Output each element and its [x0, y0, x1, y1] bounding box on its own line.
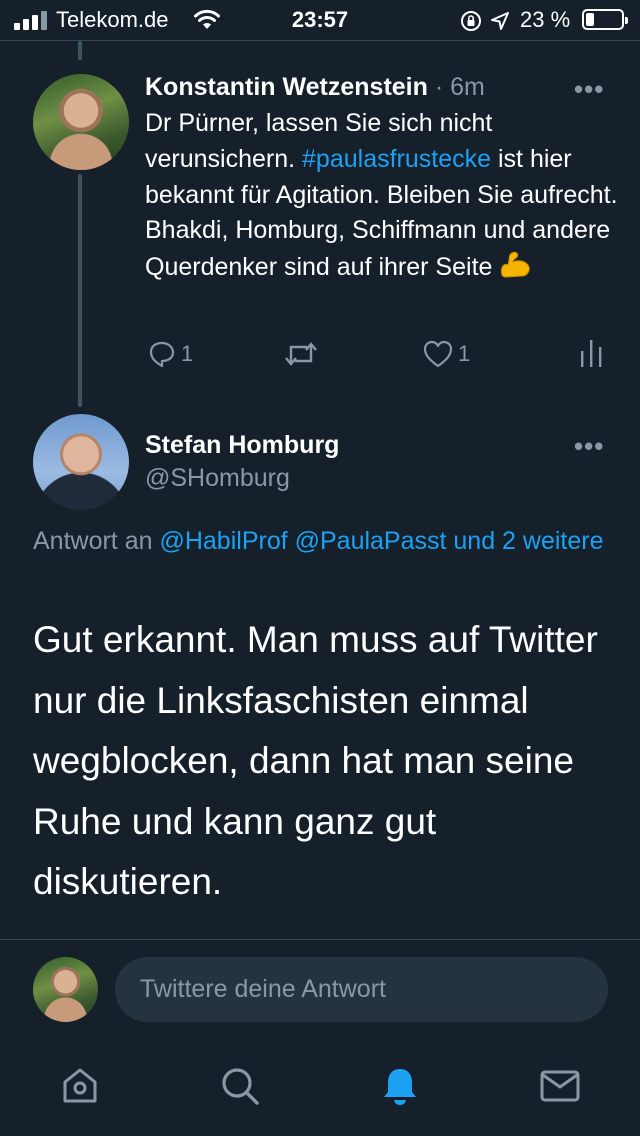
tweet-text: Dr Pürner, lassen Sie sich nicht verunsi…	[145, 106, 625, 286]
reply-input[interactable]	[115, 957, 608, 1022]
divider	[0, 939, 640, 940]
battery-percent: 23 %	[520, 7, 571, 32]
search-icon[interactable]	[218, 1064, 262, 1108]
like-button[interactable]: 1	[422, 339, 470, 369]
author-name[interactable]: Stefan Homburg	[145, 431, 339, 460]
avatar[interactable]	[33, 414, 129, 510]
divider	[0, 40, 640, 41]
more-options-button[interactable]: •••	[574, 431, 604, 462]
battery-icon	[582, 9, 628, 30]
rotation-lock-icon	[461, 11, 481, 31]
reply-icon	[149, 341, 175, 368]
analytics-button[interactable]	[578, 337, 604, 369]
messages-icon[interactable]	[538, 1064, 582, 1108]
author-name[interactable]: Konstantin Wetzenstein	[145, 73, 428, 101]
reply-prefix: Antwort an	[33, 527, 153, 555]
retweet-icon	[285, 342, 317, 366]
heart-icon	[423, 340, 453, 368]
tweet-time: · 6m	[434, 73, 485, 101]
retweet-button[interactable]	[283, 339, 319, 369]
flexed-biceps-icon	[501, 252, 531, 278]
notifications-icon[interactable]	[378, 1064, 422, 1108]
home-icon[interactable]	[58, 1064, 102, 1108]
reply-count: 1	[181, 341, 194, 366]
avatar[interactable]	[33, 74, 129, 170]
avatar	[33, 957, 98, 1022]
like-count: 1	[458, 341, 471, 366]
tweet-text: Gut erkannt. Man muss auf Twitter nur di…	[33, 619, 598, 902]
reply-composer[interactable]	[115, 957, 608, 1022]
reply-mentions-link[interactable]: @HabilProf @PaulaPasst und 2 weitere	[159, 527, 603, 555]
reply-button[interactable]: 1	[147, 339, 193, 369]
status-bar: Telekom.de 23:57 23 %	[0, 0, 640, 40]
tab-bar	[0, 1040, 640, 1136]
author-handle[interactable]: @SHomburg	[145, 464, 290, 493]
analytics-icon	[581, 340, 602, 367]
tweet-header: Konstantin Wetzenstein · 6m	[145, 73, 485, 102]
location-arrow-icon	[491, 12, 509, 30]
tweet-actions: 1 1	[0, 337, 640, 373]
hashtag-link[interactable]: #paulasfrustecke	[302, 145, 491, 173]
reply-context: Antwort an @HabilProf @PaulaPasst und 2 …	[33, 522, 623, 561]
more-options-button[interactable]: •••	[574, 74, 604, 105]
thread-line	[78, 41, 82, 60]
